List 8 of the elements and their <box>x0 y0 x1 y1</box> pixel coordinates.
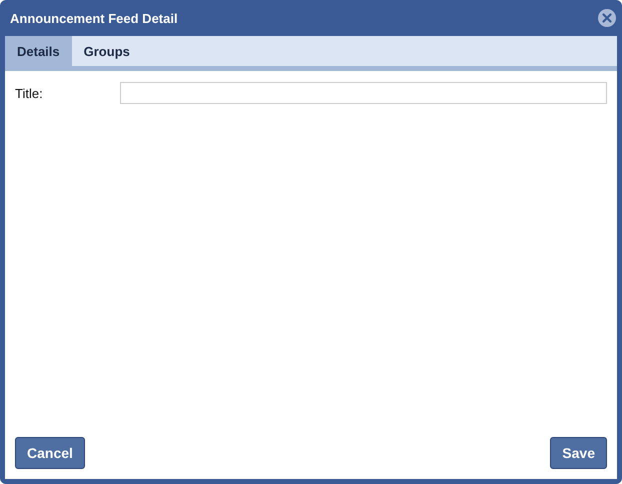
input-field[interactable] <box>120 82 607 104</box>
field-label: Title: <box>15 86 44 100</box>
tab[interactable]: Groups <box>72 36 142 66</box>
tab[interactable]: Details <box>5 36 72 66</box>
close-icon[interactable] <box>598 9 616 27</box>
window-title: Announcement Feed Detail <box>10 10 178 26</box>
cancel-button[interactable]: Cancel <box>15 437 85 469</box>
save-button[interactable]: Save <box>550 437 607 469</box>
